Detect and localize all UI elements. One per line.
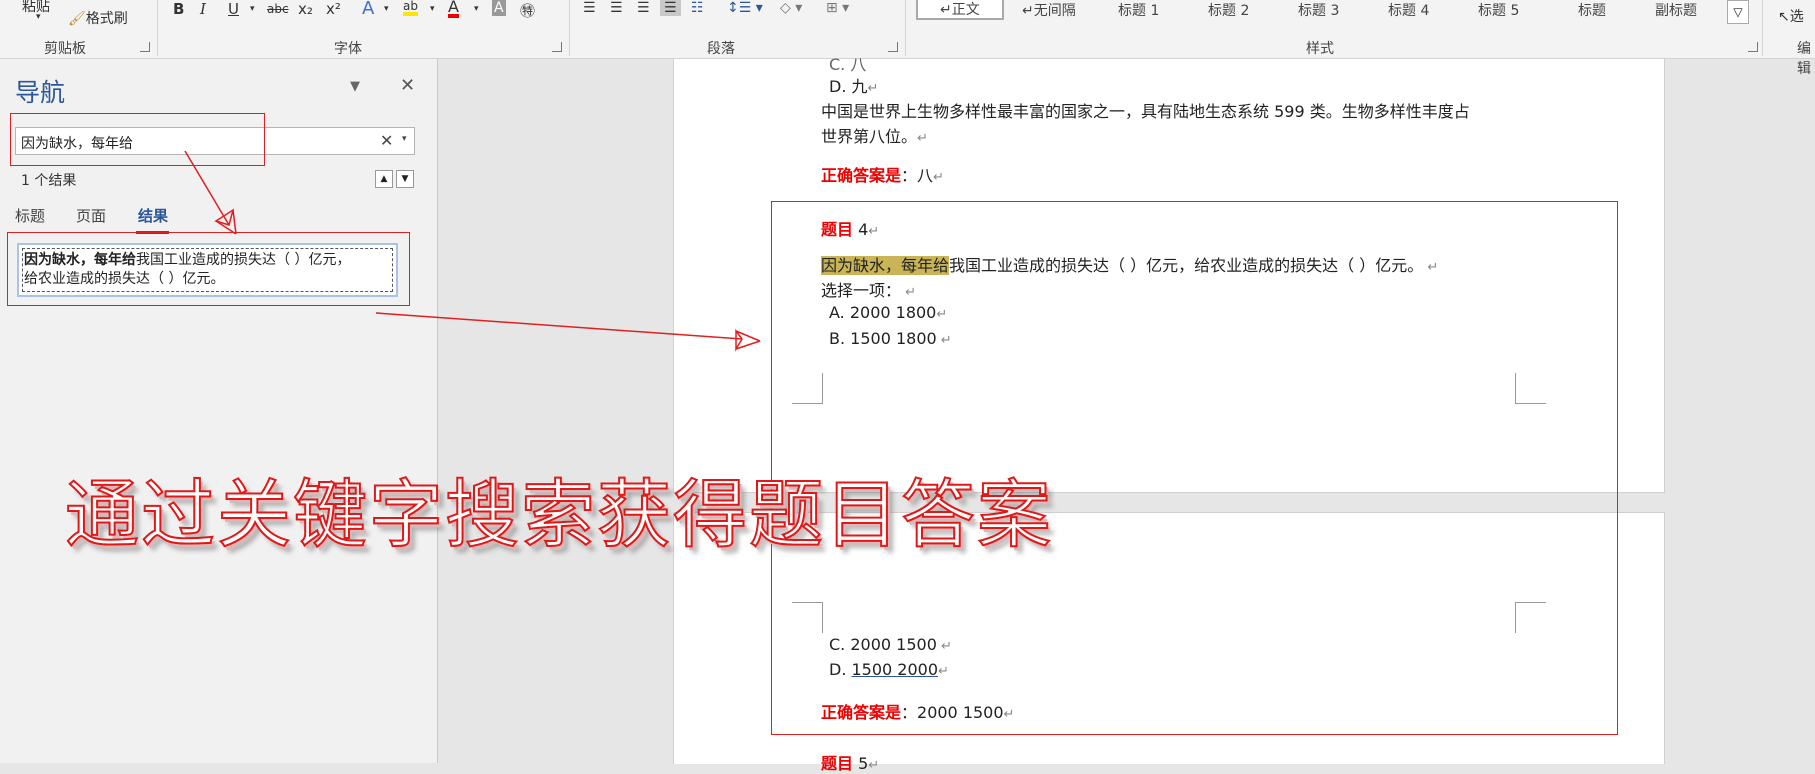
highlight-button[interactable]: ab <box>403 0 418 16</box>
clipboard-group-label: 剪贴板 <box>44 41 86 57</box>
cursor-icon: ↖ <box>1778 9 1790 25</box>
prev-answer: 正确答案是：八↵ <box>821 166 944 185</box>
enclose-char-button[interactable]: ㊕ <box>520 0 535 21</box>
tab-results[interactable]: 结果 <box>138 205 168 226</box>
styles-more-icon[interactable]: ▽ <box>1727 0 1749 24</box>
paste-dropdown-icon[interactable]: ▾ <box>36 12 41 22</box>
brush-icon: 🖌 <box>68 11 86 27</box>
align-right-icon[interactable]: ☰ <box>637 0 650 16</box>
paragraph-group-label: 段落 <box>707 41 735 57</box>
tab-pages[interactable]: 页面 <box>76 205 106 226</box>
strikethrough-button[interactable]: abc <box>267 2 289 16</box>
clipboard-launcher-icon[interactable] <box>140 42 150 52</box>
edit-group-label: 编辑 <box>1797 41 1811 77</box>
ribbon: 粘贴 ▾ 🖌格式刷 剪贴板 B I U ▾ abc x₂ x² A ▾ ab ▾… <box>0 0 1815 77</box>
style-heading-3[interactable]: 标题 3 <box>1298 0 1339 20</box>
paragraph-launcher-icon[interactable] <box>888 42 898 52</box>
fact-line-2: 世界第八位。↵ <box>821 127 928 146</box>
borders-icon[interactable]: ⊞ ▾ <box>826 0 849 16</box>
tab-headings[interactable]: 标题 <box>15 205 45 226</box>
font-group-label: 字体 <box>334 41 362 57</box>
select-button[interactable]: ↖选 <box>1778 6 1804 26</box>
highlight-dropdown-icon[interactable]: ▾ <box>430 4 435 14</box>
search-annotation-box <box>10 113 265 166</box>
font-color-button[interactable]: A <box>448 0 459 18</box>
subscript-button[interactable]: x₂ <box>298 0 313 18</box>
font-launcher-icon[interactable] <box>552 42 562 52</box>
result-count: 1 个结果 <box>21 173 77 189</box>
prev-option-d: D. 九↵ <box>829 77 879 96</box>
style-no-spacing[interactable]: ↵无间隔 <box>1022 0 1076 20</box>
bold-button[interactable]: B <box>173 0 184 18</box>
close-icon[interactable]: ✕ <box>400 75 415 96</box>
nav-options-icon[interactable]: ▼ <box>350 79 360 94</box>
align-center-icon[interactable]: ☰ <box>610 0 623 16</box>
style-title[interactable]: 标题 <box>1578 0 1606 20</box>
style-heading-1[interactable]: 标题 1 <box>1118 0 1159 20</box>
style-normal-label: ↵正文 <box>940 2 980 18</box>
prev-option-c: C. 八 <box>829 55 867 74</box>
underline-button[interactable]: U <box>228 0 239 18</box>
line-spacing-icon[interactable]: ↕☰ ▾ <box>727 0 763 16</box>
superscript-button[interactable]: x² <box>326 0 341 18</box>
styles-group-label: 样式 <box>1306 41 1334 57</box>
style-heading-4[interactable]: 标题 4 <box>1388 0 1429 20</box>
fact-line-1: 中国是世界上生物多样性最丰富的国家之一，具有陆地生态系统 599 类。生物多样性… <box>821 102 1470 121</box>
style-subtitle[interactable]: 副标题 <box>1655 0 1697 20</box>
search-dropdown-icon[interactable]: ▾ <box>402 134 407 144</box>
style-heading-5[interactable]: 标题 5 <box>1478 0 1519 20</box>
text-effects-button[interactable]: A <box>362 0 374 19</box>
caption-overlay: 通过关键字搜索获得题目答案 <box>64 471 1053 559</box>
underline-dropdown-icon[interactable]: ▾ <box>250 4 255 14</box>
next-result-button[interactable]: ▼ <box>396 170 414 188</box>
italic-button[interactable]: I <box>200 0 206 18</box>
char-shading-button[interactable]: A <box>492 0 506 16</box>
font-color-dropdown-icon[interactable]: ▾ <box>474 4 479 14</box>
align-left-icon[interactable]: ☰ <box>583 0 596 16</box>
previous-result-button[interactable]: ▲ <box>375 170 393 188</box>
shading-icon[interactable]: ◇ ▾ <box>780 0 802 16</box>
clear-search-icon[interactable]: ✕ <box>380 131 393 150</box>
style-heading-2[interactable]: 标题 2 <box>1208 0 1249 20</box>
text-effects-dropdown-icon[interactable]: ▾ <box>384 4 389 14</box>
justify-icon[interactable]: ☰ <box>660 0 681 16</box>
nav-title: 导航 <box>15 78 66 107</box>
result-annotation-box <box>7 232 410 306</box>
format-painter-button[interactable]: 🖌格式刷 <box>68 8 128 28</box>
navigation-pane: 导航 ▼ ✕ 因为缺水，每年给 ✕ ▾ 1 个结果 ▲ ▼ 标题 页面 结果 因… <box>0 59 438 763</box>
question-5-title: 题目 5↵ <box>821 754 880 773</box>
styles-launcher-icon[interactable] <box>1748 42 1758 52</box>
distributed-icon[interactable]: ☷ <box>691 0 704 16</box>
